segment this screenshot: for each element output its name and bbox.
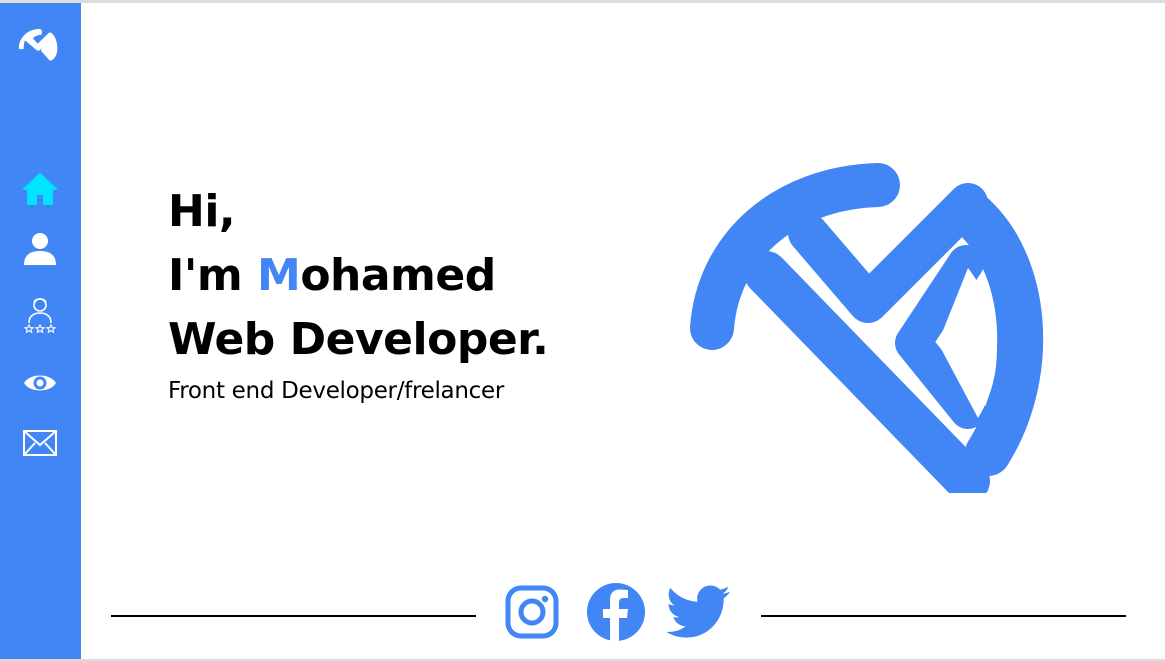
sidebar-item-services[interactable] <box>20 295 60 335</box>
brand-logo-icon[interactable] <box>17 27 59 69</box>
instagram-icon <box>505 585 559 639</box>
user-icon <box>24 233 56 265</box>
sidebar-item-portfolio[interactable] <box>20 363 60 403</box>
rated-person-icon <box>23 298 57 334</box>
instagram-link[interactable] <box>500 580 564 644</box>
facebook-icon <box>587 583 645 641</box>
facebook-link[interactable] <box>584 580 648 644</box>
home-icon <box>23 173 57 205</box>
divider-right <box>761 615 1126 617</box>
hero-greeting: Hi, <box>168 186 236 237</box>
sidebar-item-contact[interactable] <box>20 423 60 463</box>
intro-prefix: I'm <box>168 250 258 301</box>
hero-intro: I'm Mohamed <box>168 244 548 308</box>
sidebar-item-home[interactable] <box>20 169 60 209</box>
hero-logo-icon <box>688 163 1050 503</box>
twitter-link[interactable] <box>667 580 731 644</box>
hero-role: Web Developer. <box>168 314 549 365</box>
eye-icon <box>24 375 56 391</box>
sidebar <box>0 3 81 659</box>
envelope-icon <box>23 430 57 456</box>
hero-section: Hi, I'm Mohamed Web Developer. Front end… <box>168 180 549 404</box>
hero-subtitle: Front end Developer/frelancer <box>168 378 504 404</box>
name-initial: M <box>257 250 301 301</box>
name-rest: ohamed <box>300 250 496 301</box>
divider-left <box>111 615 476 617</box>
sidebar-item-about[interactable] <box>20 229 60 269</box>
twitter-icon <box>667 585 731 638</box>
